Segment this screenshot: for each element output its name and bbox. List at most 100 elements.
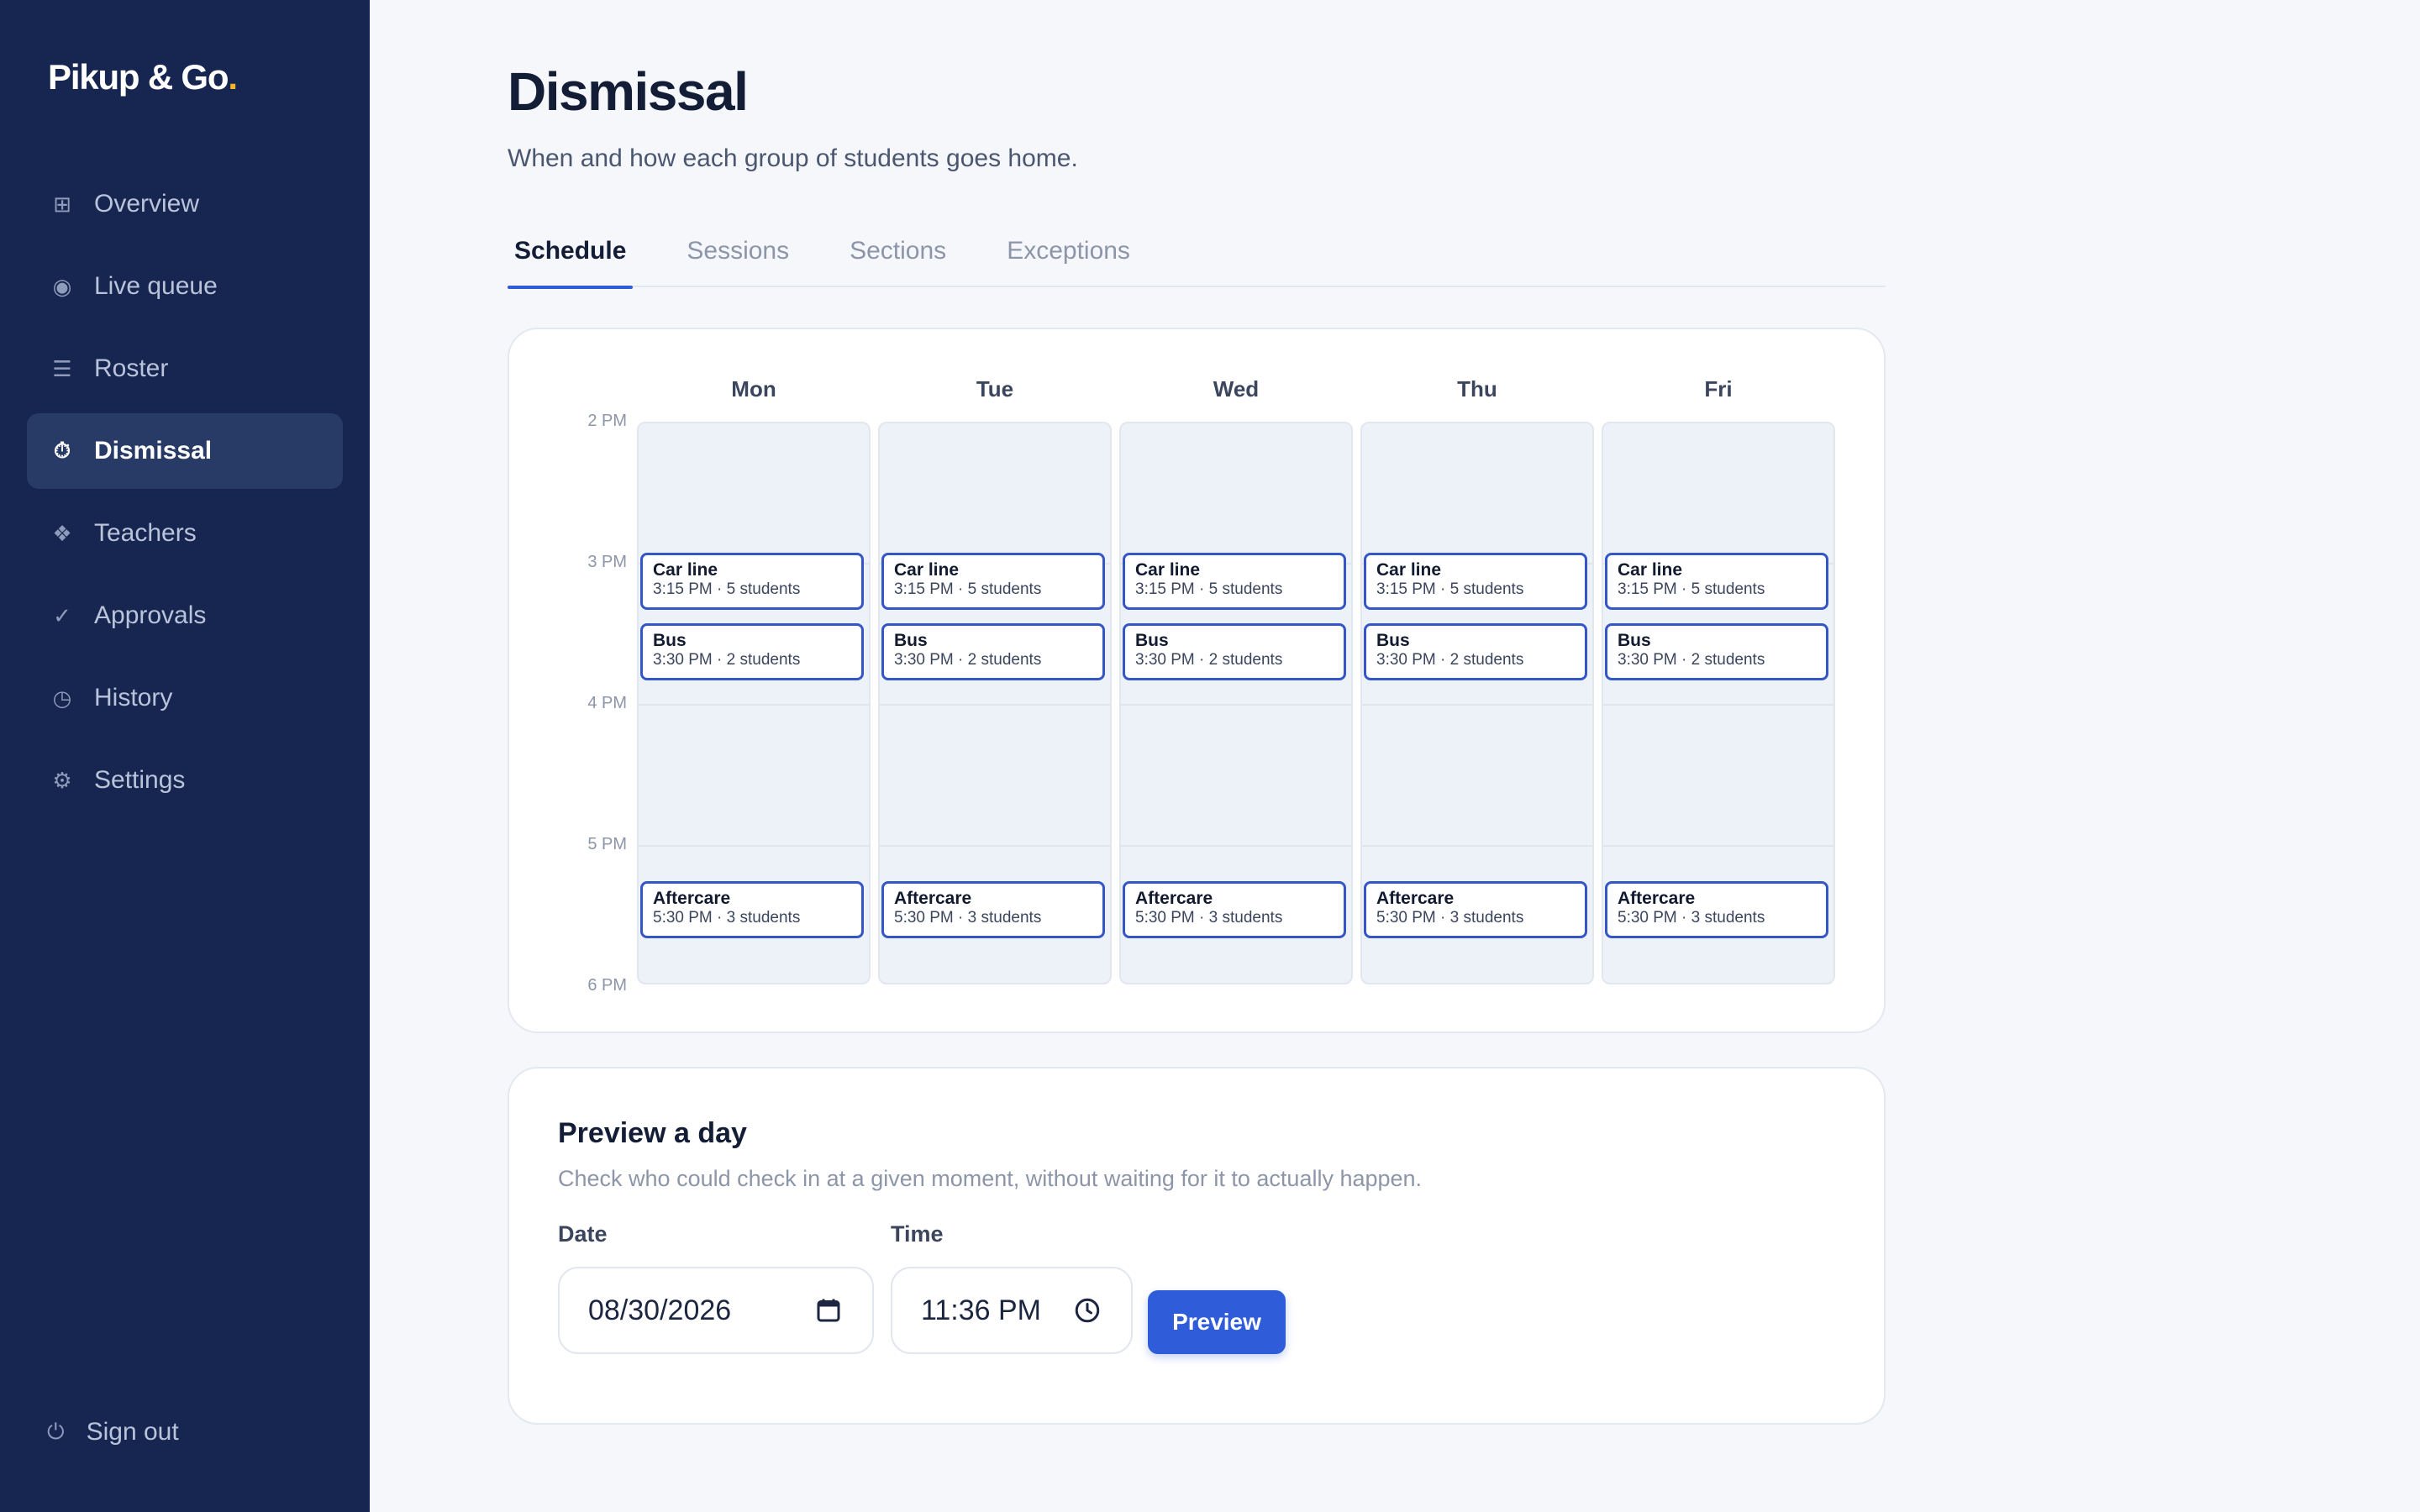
tab-exceptions[interactable]: Exceptions [1000,225,1137,287]
event-bus[interactable]: Bus 3:30 PM · 2 students [640,623,864,680]
event-aftercare[interactable]: Aftercare 5:30 PM · 3 students [1364,881,1587,938]
clock-icon: ◷ [52,685,72,711]
tab-sessions[interactable]: Sessions [680,225,796,287]
time-input[interactable]: 11:36 PM [891,1267,1133,1354]
event-bus[interactable]: Bus 3:30 PM · 2 students [1605,623,1828,680]
event-title: Car line [894,560,960,580]
event-meta: 3:30 PM · 2 students [1376,651,1524,669]
sidebar-item-settings[interactable]: ⚙ Settings [27,743,343,818]
event-meta: 5:30 PM · 3 students [1135,909,1283,927]
sidebar-item-teachers[interactable]: ❖ Teachers [27,496,343,571]
event-title: Bus [1376,631,1410,650]
sign-out-button[interactable]: ⏻ Sign out [47,1418,179,1446]
hour-gridline [1121,845,1351,847]
day-column-thu[interactable]: Car line 3:15 PM · 5 students Bus 3:30 PM ·… [1360,422,1594,984]
gear-icon: ⚙ [52,767,72,793]
event-car-line[interactable]: Car line 3:15 PM · 5 students [1123,553,1346,610]
hour-gridline [880,704,1110,706]
brand-logo[interactable]: Pikup & Go. [48,57,238,97]
calendar-icon[interactable] [813,1295,844,1326]
date-value: 08/30/2026 [588,1294,732,1326]
event-title: Aftercare [1376,889,1455,908]
hour-gridline [639,704,869,706]
event-title: Car line [1376,560,1442,580]
event-title: Bus [653,631,687,650]
hour-gridline [1603,845,1833,847]
day-column-fri[interactable]: Car line 3:15 PM · 5 students Bus 3:30 PM ·… [1602,422,1835,984]
sidebar: Pikup & Go. ⊞ Overview ◉ Live queue ☰ Roster ⏱… [0,0,370,1512]
sidebar-item-label: Live queue [94,272,218,300]
event-meta: 3:15 PM · 5 students [894,580,1042,598]
event-bus[interactable]: Bus 3:30 PM · 2 students [881,623,1105,680]
time-label: Time [891,1221,944,1247]
event-title: Bus [894,631,928,650]
tab-sections[interactable]: Sections [843,225,953,287]
event-title: Aftercare [1135,889,1213,908]
time-label: 4 PM [587,694,627,712]
page-subtitle: When and how each group of students goes… [508,144,1078,172]
event-title: Aftercare [894,889,972,908]
tab-bar: Schedule Sessions Sections Exceptions [508,225,1886,289]
event-meta: 3:15 PM · 5 students [1376,580,1524,598]
sidebar-item-dismissal[interactable]: ⏱ Dismissal [27,413,343,489]
sidebar-nav: ⊞ Overview ◉ Live queue ☰ Roster ⏱ Dismissal ❖ Te… [27,166,343,825]
day-header-thu: Thu [1457,376,1497,402]
day-column-mon[interactable]: Car line 3:15 PM · 5 students Bus 3:30 PM ·… [637,422,871,984]
sidebar-item-approvals[interactable]: ✓ Approvals [27,578,343,654]
event-title: Car line [1135,560,1201,580]
event-meta: 5:30 PM · 3 students [1618,909,1765,927]
sidebar-item-label: Roster [94,354,169,382]
event-meta: 3:15 PM · 5 students [1135,580,1283,598]
time-label: 5 PM [587,835,627,853]
day-header-fri: Fri [1704,376,1733,402]
event-bus[interactable]: Bus 3:30 PM · 2 students [1364,623,1587,680]
sidebar-item-label: Approvals [94,601,207,629]
sidebar-item-label: History [94,684,173,711]
event-car-line[interactable]: Car line 3:15 PM · 5 students [1605,553,1828,610]
event-meta: 3:30 PM · 2 students [1618,651,1765,669]
sidebar-item-label: Overview [94,190,200,218]
sidebar-item-label: Settings [94,766,186,794]
event-title: Bus [1618,631,1651,650]
event-car-line[interactable]: Car line 3:15 PM · 5 students [881,553,1105,610]
date-input[interactable]: 08/30/2026 [558,1267,874,1354]
sidebar-item-label: Teachers [94,519,197,547]
clock-icon[interactable] [1072,1295,1102,1326]
event-meta: 3:15 PM · 5 students [1618,580,1765,598]
event-meta: 3:30 PM · 2 students [894,651,1042,669]
brand-dot: . [228,57,238,97]
event-car-line[interactable]: Car line 3:15 PM · 5 students [1364,553,1587,610]
event-aftercare[interactable]: Aftercare 5:30 PM · 3 students [881,881,1105,938]
preview-subtitle: Check who could check in at a given mome… [558,1166,1423,1191]
event-aftercare[interactable]: Aftercare 5:30 PM · 3 students [1605,881,1828,938]
time-label: 6 PM [587,976,627,995]
hour-gridline [1121,704,1351,706]
event-title: Aftercare [1618,889,1696,908]
schedule-card: 2 PM 3 PM 4 PM 5 PM 6 PM Mon Car line 3:15 PM ·… [508,328,1886,1033]
time-value: 11:36 PM [921,1294,1042,1326]
time-label: 2 PM [587,412,627,430]
event-meta: 3:30 PM · 2 students [653,651,801,669]
day-header-wed: Wed [1213,376,1260,402]
sidebar-item-live-queue[interactable]: ◉ Live queue [27,249,343,324]
event-title: Aftercare [653,889,731,908]
event-car-line[interactable]: Car line 3:15 PM · 5 students [640,553,864,610]
event-aftercare[interactable]: Aftercare 5:30 PM · 3 students [1123,881,1346,938]
event-bus[interactable]: Bus 3:30 PM · 2 students [1123,623,1346,680]
event-aftercare[interactable]: Aftercare 5:30 PM · 3 students [640,881,864,938]
radio-icon: ◉ [52,273,72,299]
power-icon: ⏻ [47,1419,65,1444]
hour-gridline [880,845,1110,847]
hour-gridline [1362,704,1592,706]
day-column-tue[interactable]: Car line 3:15 PM · 5 students Bus 3:30 PM ·… [878,422,1112,984]
sidebar-item-history[interactable]: ◷ History [27,660,343,736]
day-header-tue: Tue [976,376,1014,402]
event-meta: 5:30 PM · 3 students [1376,909,1524,927]
tab-schedule[interactable]: Schedule [508,225,634,289]
preview-button[interactable]: Preview [1148,1290,1286,1354]
day-column-wed[interactable]: Car line 3:15 PM · 5 students Bus 3:30 PM ·… [1119,422,1353,984]
sidebar-item-overview[interactable]: ⊞ Overview [27,166,343,242]
timer-icon: ⏱ [53,438,71,463]
sidebar-item-roster[interactable]: ☰ Roster [27,331,343,407]
diamond-cluster-icon: ❖ [52,520,72,546]
